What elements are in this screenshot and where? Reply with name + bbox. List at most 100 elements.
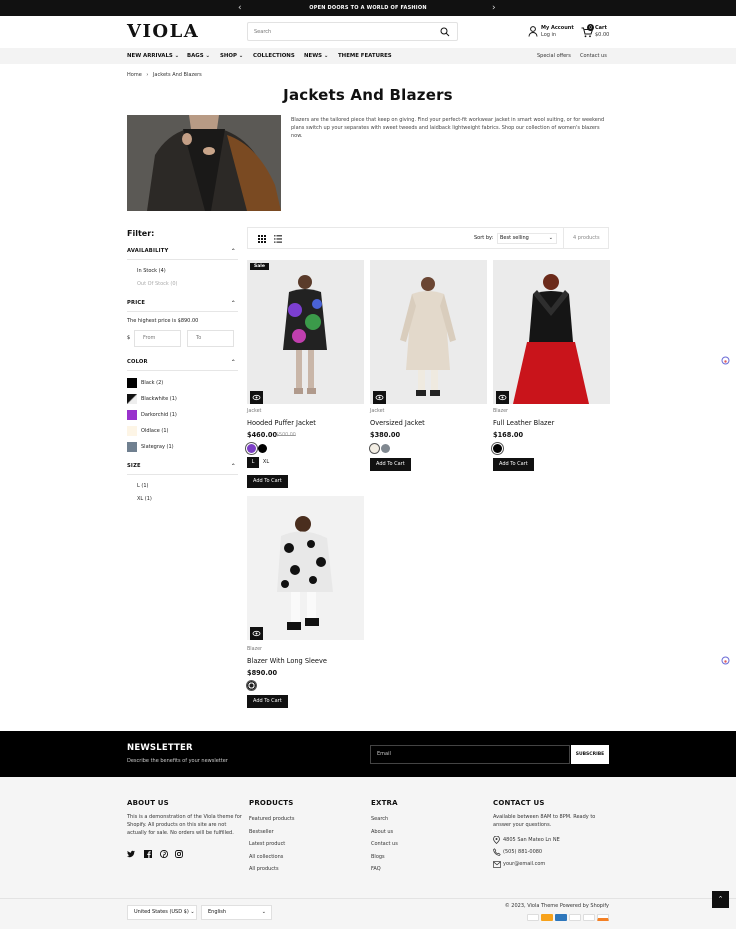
search-icon[interactable]	[440, 27, 450, 37]
filter-in-stock-option[interactable]: In Stock (4)	[137, 268, 166, 274]
subscribe-button[interactable]: SUBSCRIBE	[571, 745, 609, 764]
add-to-cart-button[interactable]: Add To Cart	[247, 695, 288, 708]
list-view-icon[interactable]	[274, 235, 282, 243]
color-swatch-oldlace[interactable]	[127, 426, 137, 436]
filter-out-of-stock-option[interactable]: Out Of Stock (0)	[137, 281, 177, 287]
currency-selector[interactable]: United States (USD $) ⌄	[127, 905, 197, 920]
social-links	[127, 850, 197, 859]
facebook-icon[interactable]	[144, 850, 152, 858]
add-to-cart-button[interactable]: Add To Cart	[247, 475, 288, 488]
filter-price-header[interactable]: PRICE ⌃	[127, 300, 238, 312]
filter-size-header[interactable]: SIZE ⌃	[127, 463, 238, 475]
instagram-icon[interactable]	[175, 850, 183, 858]
filter-size-xl-option[interactable]: XL (1)	[137, 496, 152, 502]
product-color-swatch-slategray[interactable]	[381, 444, 390, 453]
color-option-blackwhite[interactable]: Blackwhite (1)	[141, 396, 177, 402]
footer-link-blogs[interactable]: Blogs	[371, 854, 385, 860]
color-swatch-blackwhite[interactable]	[127, 394, 137, 404]
product-size-l[interactable]: L	[247, 457, 259, 468]
map-pin-icon	[493, 836, 500, 844]
chevron-double-up-icon: ⌃	[717, 895, 724, 903]
product-size-xl[interactable]: XL	[260, 457, 272, 468]
footer-link-featured-products[interactable]: Featured products	[249, 816, 295, 822]
filter-title: Filter:	[127, 229, 155, 238]
nav-theme-features[interactable]: THEME FEATURES	[338, 48, 392, 64]
add-to-cart-button[interactable]: Add To Cart	[493, 458, 534, 471]
quick-view-button[interactable]	[250, 391, 263, 404]
scroll-to-top-button[interactable]: ⌃	[712, 891, 729, 908]
price-to-input[interactable]: To	[187, 330, 234, 347]
nav-news[interactable]: NEWS ⌄	[304, 48, 328, 64]
product-title[interactable]: Hooded Puffer Jacket	[247, 419, 316, 427]
announcement-next-arrow[interactable]: ›	[492, 0, 496, 16]
footer-link-all-collections[interactable]: All collections	[249, 854, 283, 860]
footer-link-search[interactable]: Search	[371, 816, 388, 822]
footer-link-contact-us[interactable]: Contact us	[371, 841, 398, 847]
newsletter-email-input[interactable]: Email	[370, 745, 570, 764]
quick-view-button[interactable]	[496, 391, 509, 404]
product-image-blazer-with-long-sleeve[interactable]	[247, 496, 364, 640]
product-image-hooded-puffer-jacket[interactable]: Sale	[247, 260, 364, 404]
product-color-swatch-oldlace[interactable]	[370, 444, 379, 453]
product-title[interactable]: Blazer With Long Sleeve	[247, 657, 327, 665]
color-option-slategray[interactable]: Slategray (1)	[141, 444, 174, 450]
price-from-input[interactable]: From	[134, 330, 181, 347]
color-option-darkorchid[interactable]: Darkorchid (1)	[141, 412, 177, 418]
eye-icon	[252, 394, 261, 401]
filter-color-header[interactable]: COLOR ⌃	[127, 359, 238, 371]
quick-view-button[interactable]	[373, 391, 386, 404]
twitter-icon[interactable]	[127, 850, 135, 858]
breadcrumb-current: Jackets And Blazers	[152, 72, 202, 78]
product-image-full-leather-blazer[interactable]	[493, 260, 610, 404]
add-to-cart-button[interactable]: Add To Cart	[370, 458, 411, 471]
chevron-up-icon: ⌃	[230, 248, 236, 255]
color-swatch-black[interactable]	[127, 378, 137, 388]
product-image-oversized-jacket[interactable]	[370, 260, 487, 404]
product-color-swatch-blackwhite[interactable]	[247, 681, 256, 690]
price-currency-symbol: $	[127, 335, 131, 341]
pinterest-icon[interactable]	[160, 850, 168, 858]
quick-view-button[interactable]	[250, 627, 263, 640]
nav-contact-us[interactable]: Contact us	[580, 48, 607, 64]
nav-shop[interactable]: SHOP ⌄	[220, 48, 243, 64]
chat-widget-icon[interactable]	[721, 656, 730, 665]
chevron-up-icon: ⌃	[230, 359, 236, 366]
filter-availability-header[interactable]: AVAILABILITY ⌃	[127, 248, 238, 260]
filter-price-note: The highest price is $890.00	[127, 318, 199, 324]
product-price: $890.00	[247, 669, 278, 677]
footer-contact-hours: Available between 8AM to 8PM. Ready to a…	[493, 814, 596, 828]
nav-new-arrivals[interactable]: NEW ARRIVALS ⌄	[127, 48, 179, 64]
product-color-swatch-black[interactable]	[258, 444, 267, 453]
color-option-oldlace[interactable]: Oldlace (1)	[141, 428, 168, 434]
filter-size-l-option[interactable]: L (1)	[137, 483, 148, 489]
footer-contact-email[interactable]: your@email.com	[503, 861, 545, 867]
color-swatch-darkorchid[interactable]	[127, 410, 137, 420]
product-color-swatch-black[interactable]	[493, 444, 502, 453]
sort-select[interactable]: Best selling ⌄	[497, 233, 557, 244]
newsletter-title: NEWSLETTER	[127, 743, 193, 753]
nav-collections[interactable]: COLLECTIONS	[253, 48, 295, 64]
grid-view-icon[interactable]	[258, 235, 266, 243]
product-color-swatch-darkorchid[interactable]	[247, 444, 256, 453]
chat-widget-icon[interactable]	[721, 356, 730, 365]
sale-badge: Sale	[250, 263, 269, 270]
footer-link-faq[interactable]: FAQ	[371, 866, 381, 872]
footer-link-all-products[interactable]: All products	[249, 866, 279, 872]
nav-special-offers[interactable]: Special offers	[537, 48, 571, 64]
product-title[interactable]: Oversized Jacket	[370, 419, 425, 427]
footer-link-latest-product[interactable]: Latest product	[249, 841, 285, 847]
nav-bags[interactable]: BAGS ⌄	[187, 48, 210, 64]
search-input[interactable]	[248, 23, 428, 40]
footer-link-about-us[interactable]: About us	[371, 829, 393, 835]
footer-about-text: This is a demonstration of the Viola the…	[127, 814, 242, 836]
footer-contact-phone[interactable]: (505) 881-0080	[503, 849, 542, 855]
footer-link-bestseller[interactable]: Bestseller	[249, 829, 274, 835]
color-swatch-slategray[interactable]	[127, 442, 137, 452]
color-option-black[interactable]: Black (2)	[141, 380, 163, 386]
breadcrumb-home[interactable]: Home	[127, 72, 142, 78]
login-link[interactable]: Log in	[541, 32, 556, 38]
language-selector[interactable]: English ⌄	[201, 905, 272, 920]
diners-club-icon	[583, 914, 595, 921]
store-logo[interactable]: VIOLA	[127, 21, 199, 42]
product-title[interactable]: Full Leather Blazer	[493, 419, 554, 427]
